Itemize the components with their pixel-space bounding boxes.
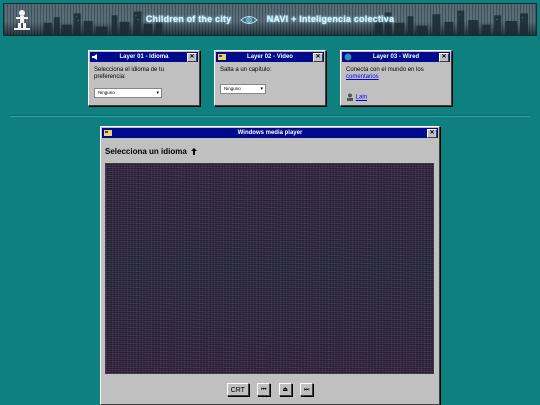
crt-button[interactable]: CRT — [226, 383, 249, 397]
player-heading-text: Selecciona un idioma — [105, 147, 187, 156]
layer-02-title: Layer 02 - Video — [247, 54, 293, 60]
lain-user[interactable]: Lain — [346, 93, 446, 102]
chevron-down-icon: ▾ — [260, 86, 263, 92]
chapter-select[interactable]: Ninguno ▾ — [220, 84, 266, 94]
layer-03-titlebar[interactable]: Layer 03 - Wired ✕ — [342, 52, 450, 62]
close-icon[interactable]: ✕ — [439, 53, 449, 62]
layer-03-text: Conecta con el mundo en los comentarios — [346, 67, 446, 81]
banner-title-left: Children of the city — [145, 14, 232, 24]
previous-icon[interactable]: ⏮ — [257, 383, 271, 397]
player-controls: CRT ⏮ ⏏ ⏭ — [101, 381, 439, 399]
video-icon — [218, 53, 226, 61]
chapter-select-value: Ninguno — [224, 86, 241, 91]
section-divider — [10, 115, 530, 117]
banner-title: Children of the city NAVI + Inteligencia… — [4, 14, 536, 25]
media-player-title: Windows media player — [237, 130, 303, 136]
chevron-down-icon: ▾ — [156, 90, 159, 96]
layer-01-text: Selecciona el idioma de tu preferencia: — [94, 67, 165, 80]
layer-02-text: Salta a un capítulo: — [220, 67, 272, 73]
video-icon — [104, 129, 112, 137]
media-player-window: Windows media player ✕ Selecciona un idi… — [100, 126, 440, 405]
layer-03-body: Conecta con el mundo en los comentarios … — [341, 63, 451, 106]
player-heading: Selecciona un idioma — [105, 147, 439, 156]
close-icon[interactable]: ✕ — [427, 129, 437, 138]
layer-01-body: Selecciona el idioma de tu preferencia: … — [89, 63, 199, 102]
comments-link[interactable]: comentarios — [346, 74, 379, 80]
layer-03-title: Layer 03 - Wired — [372, 54, 420, 60]
layer-03-text-before: Conecta con el mundo en los — [346, 67, 424, 73]
layer-03-window: Layer 03 - Wired ✕ Conecta con el mundo … — [340, 50, 452, 106]
language-select[interactable]: Ninguno ▾ — [94, 88, 162, 98]
media-player-titlebar[interactable]: Windows media player ✕ — [102, 128, 438, 138]
layer-02-window: Layer 02 - Video ✕ Salta a un capítulo: … — [214, 50, 326, 106]
close-icon[interactable]: ✕ — [313, 53, 323, 62]
layer-01-title: Layer 01 - Idioma — [119, 54, 169, 60]
eject-icon[interactable]: ⏏ — [278, 383, 292, 397]
speaker-icon — [92, 53, 100, 61]
close-icon[interactable]: ✕ — [187, 53, 197, 62]
user-avatar-icon — [347, 93, 353, 101]
layer-02-titlebar[interactable]: Layer 02 - Video ✕ — [216, 52, 324, 62]
layer-01-window: Layer 01 - Idioma ✕ Selecciona el idioma… — [88, 50, 200, 106]
eye-icon — [240, 15, 258, 24]
banner-title-right: NAVI + Inteligencia colectiva — [266, 14, 395, 24]
video-screen[interactable] — [105, 163, 434, 374]
lain-link[interactable]: Lain — [356, 95, 367, 101]
layer-01-titlebar[interactable]: Layer 01 - Idioma ✕ — [90, 52, 198, 62]
layer-02-body: Salta a un capítulo: Ninguno ▾ — [215, 63, 325, 98]
next-icon[interactable]: ⏭ — [300, 383, 314, 397]
arrow-up-icon — [191, 148, 198, 155]
header-banner: Children of the city NAVI + Inteligencia… — [3, 3, 537, 36]
language-select-value: Ninguno — [98, 90, 115, 95]
globe-icon — [344, 53, 352, 61]
